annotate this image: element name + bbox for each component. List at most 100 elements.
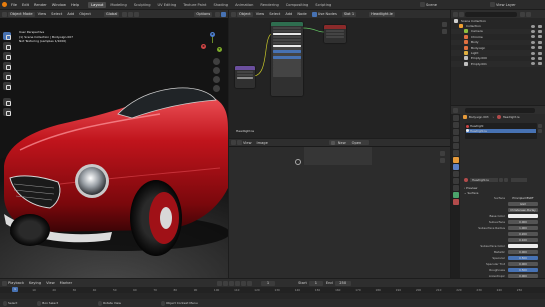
new-image-button[interactable]: New	[338, 141, 346, 145]
node-material-output[interactable]	[324, 25, 346, 43]
start-frame-field[interactable]: 1	[308, 280, 323, 286]
material-input-field[interactable]: 0.000	[508, 261, 538, 266]
properties-search[interactable]	[465, 107, 535, 113]
solid-shading-icon[interactable]	[215, 11, 221, 17]
prev-keyframe-icon[interactable]	[223, 280, 229, 286]
editor-type-icon[interactable]	[453, 11, 458, 17]
tab-texture-paint[interactable]: Texture Paint	[180, 2, 209, 8]
material-input-field[interactable]: 0.500	[508, 267, 538, 272]
frame-ruler[interactable]: 0102030405060708090100110120130140150160…	[0, 287, 545, 293]
node-view-icon[interactable]	[442, 22, 447, 27]
properties-editor[interactable]: Body.sign.003 › Headlight.le Headlight H…	[451, 106, 545, 278]
tab-layout[interactable]: Layout	[88, 1, 107, 8]
menu-object[interactable]: Object	[79, 12, 91, 16]
object-tab-icon[interactable]	[452, 157, 459, 163]
visibility-eye-icon[interactable]	[531, 62, 535, 66]
menu-file[interactable]: File	[11, 3, 17, 7]
visibility-eye-icon[interactable]	[531, 24, 535, 28]
pan-icon[interactable]	[213, 67, 220, 74]
play-icon[interactable]	[235, 280, 241, 286]
image-pan-icon[interactable]	[440, 158, 445, 163]
menu-view[interactable]: View	[46, 281, 55, 285]
visibility-eye-icon[interactable]	[531, 29, 535, 33]
menu-select[interactable]: Select	[51, 12, 62, 16]
menu-marker[interactable]: Marker	[60, 281, 72, 285]
gizmo-z-axis[interactable]: Z	[210, 32, 215, 37]
material-input-field[interactable]: 0.000	[508, 219, 538, 224]
gizmo-x-axis[interactable]: X	[201, 44, 206, 49]
material-input-field[interactable]	[508, 243, 538, 248]
editor-type-icon[interactable]	[2, 280, 7, 286]
particles-tab-icon[interactable]	[452, 171, 459, 177]
cursor-tool[interactable]	[3, 42, 11, 50]
viewport-3d[interactable]: Object Mode View Select Add Object Globa…	[0, 10, 228, 278]
scene-selector[interactable]: Scene	[420, 2, 437, 7]
editor-type-icon[interactable]	[231, 140, 236, 145]
current-frame-field[interactable]: 1	[261, 280, 276, 286]
snap-icon[interactable]	[128, 11, 134, 17]
view-mode-icon[interactable]	[237, 140, 242, 145]
subsurface-method-selector[interactable]: Christensen-Burley	[508, 207, 538, 212]
tab-compositing[interactable]: Compositing	[283, 2, 312, 8]
fake-user-icon[interactable]	[499, 178, 503, 182]
tab-uv-editing[interactable]: UV Editing	[155, 2, 180, 8]
menu-keying[interactable]: Keying	[29, 281, 41, 285]
menu-edit[interactable]: Edit	[22, 3, 29, 7]
visibility-eye-icon[interactable]	[531, 46, 535, 50]
render-camera-icon[interactable]	[538, 62, 542, 66]
physics-tab-icon[interactable]	[452, 178, 459, 184]
menu-render[interactable]: Render	[34, 3, 47, 7]
editor-type-icon[interactable]	[453, 107, 458, 113]
render-camera-icon[interactable]	[538, 24, 542, 28]
material-input-field[interactable]: 0.500	[508, 255, 538, 260]
rendered-shading-icon[interactable]	[221, 11, 227, 17]
jump-end-icon[interactable]	[247, 280, 253, 286]
pivot-icon[interactable]	[122, 11, 128, 17]
display-mode-icon[interactable]	[459, 11, 464, 17]
constraints-tab-icon[interactable]	[452, 185, 459, 191]
node-texture[interactable]	[235, 66, 255, 88]
add-slot-icon[interactable]	[538, 124, 542, 128]
annotate-tool[interactable]	[3, 98, 11, 106]
outliner[interactable]: Scene Collection Collection Camera Chrome B…	[451, 10, 545, 105]
orientation-selector[interactable]: Global	[103, 11, 120, 17]
material-input-field[interactable]: 0.000	[508, 273, 538, 278]
render-camera-icon[interactable]	[538, 51, 542, 55]
outliner-item[interactable]: Empty.001	[451, 61, 545, 67]
material-input-field[interactable]: 1.000	[508, 225, 538, 230]
render-camera-icon[interactable]	[538, 46, 542, 50]
visibility-eye-icon[interactable]	[531, 40, 535, 44]
menu-view[interactable]: View	[38, 12, 47, 16]
visibility-eye-icon[interactable]	[531, 56, 535, 60]
timeline[interactable]: Playback Keying View Marker 1 Start 1 En…	[0, 279, 545, 299]
menu-view[interactable]: View	[243, 141, 252, 145]
tab-rendering[interactable]: Rendering	[257, 2, 281, 8]
new-collection-icon[interactable]	[526, 11, 531, 17]
next-keyframe-icon[interactable]	[241, 280, 247, 286]
editor-type-icon[interactable]	[2, 11, 7, 17]
filter-icon[interactable]	[520, 11, 525, 17]
menu-help[interactable]: Help	[71, 3, 79, 7]
image-editor[interactable]: View Image New Open	[229, 139, 450, 278]
tab-shading[interactable]: Shading	[210, 2, 231, 8]
visibility-eye-icon[interactable]	[531, 51, 535, 55]
surface-shader-selector[interactable]: Principled BSDF	[508, 195, 538, 200]
image-browse-icon[interactable]	[330, 140, 335, 145]
node-pan-icon[interactable]	[442, 29, 447, 34]
measure-tool[interactable]	[3, 108, 11, 116]
output-tab-icon[interactable]	[452, 129, 459, 135]
menu-add[interactable]: Add	[67, 12, 74, 16]
render-camera-icon[interactable]	[538, 40, 542, 44]
view-layer-selector[interactable]: View Layer	[490, 2, 516, 7]
tab-modeling[interactable]: Modeling	[107, 2, 129, 8]
render-camera-icon[interactable]	[538, 35, 542, 39]
node-principled-bsdf[interactable]	[271, 22, 303, 96]
world-tab-icon[interactable]	[452, 150, 459, 156]
scene-tab-icon[interactable]	[452, 143, 459, 149]
jump-start-icon[interactable]	[217, 280, 223, 286]
visibility-eye-icon[interactable]	[531, 35, 535, 39]
playhead[interactable]: 1	[12, 287, 18, 292]
zoom-icon[interactable]	[213, 58, 220, 65]
menu-image[interactable]: Image	[257, 141, 268, 145]
material-slot-active[interactable]: Headlight.le	[466, 128, 536, 133]
